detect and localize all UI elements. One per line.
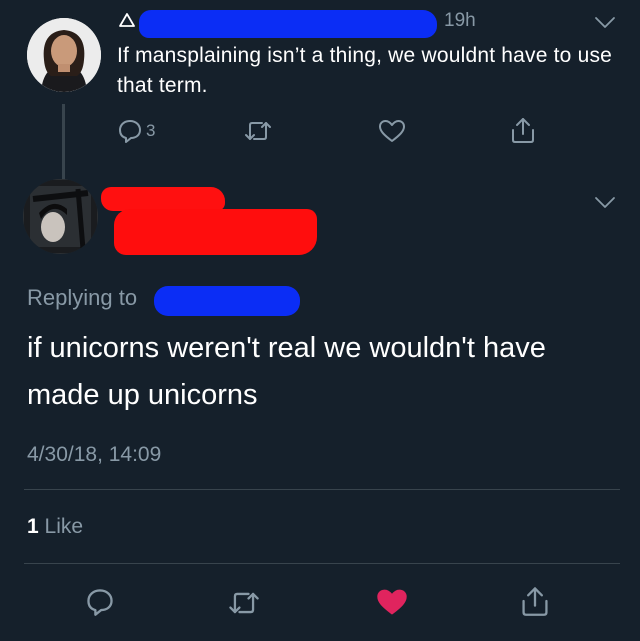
thread-line (62, 104, 65, 180)
retweet-icon (243, 118, 273, 144)
reply-count: 3 (146, 121, 156, 140)
reply-text: if unicorns weren't real we wouldn't hav… (27, 332, 546, 411)
heart-filled-icon (375, 587, 409, 617)
likes-count[interactable]: 1 Like (27, 515, 83, 539)
likes-number: 1 (27, 515, 39, 538)
like-button[interactable] (378, 118, 406, 144)
share-button[interactable] (510, 116, 536, 144)
divider (24, 563, 620, 564)
share-icon (520, 585, 550, 617)
like-button[interactable] (375, 587, 409, 617)
avatar[interactable] (23, 179, 98, 254)
timestamp: 4/30/18, 14:09 (27, 443, 162, 466)
chevron-down-icon[interactable] (594, 16, 616, 30)
retweet-button[interactable] (227, 588, 261, 618)
avatar[interactable] (27, 18, 101, 92)
reply-icon (85, 587, 115, 617)
redacted-display-name (101, 187, 225, 211)
tweet-time: 19h (444, 10, 476, 31)
replying-to-label: Replying to (27, 285, 138, 310)
reply-button[interactable] (117, 118, 143, 144)
triangle-icon (118, 12, 136, 28)
redacted-username (139, 10, 437, 38)
like-icon (378, 118, 406, 144)
reply-button[interactable] (85, 587, 115, 617)
share-icon (510, 116, 536, 144)
divider (24, 489, 620, 490)
tweet-text: If mansplaining isn’t a thing, we wouldn… (117, 44, 613, 97)
likes-label: Like (44, 515, 84, 538)
retweet-button[interactable] (243, 118, 273, 144)
redacted-username (114, 209, 317, 255)
chevron-down-icon[interactable] (594, 196, 616, 210)
share-button[interactable] (520, 585, 550, 617)
retweet-icon (227, 588, 261, 618)
redacted-mention[interactable] (154, 286, 300, 316)
reply-icon (117, 118, 143, 144)
